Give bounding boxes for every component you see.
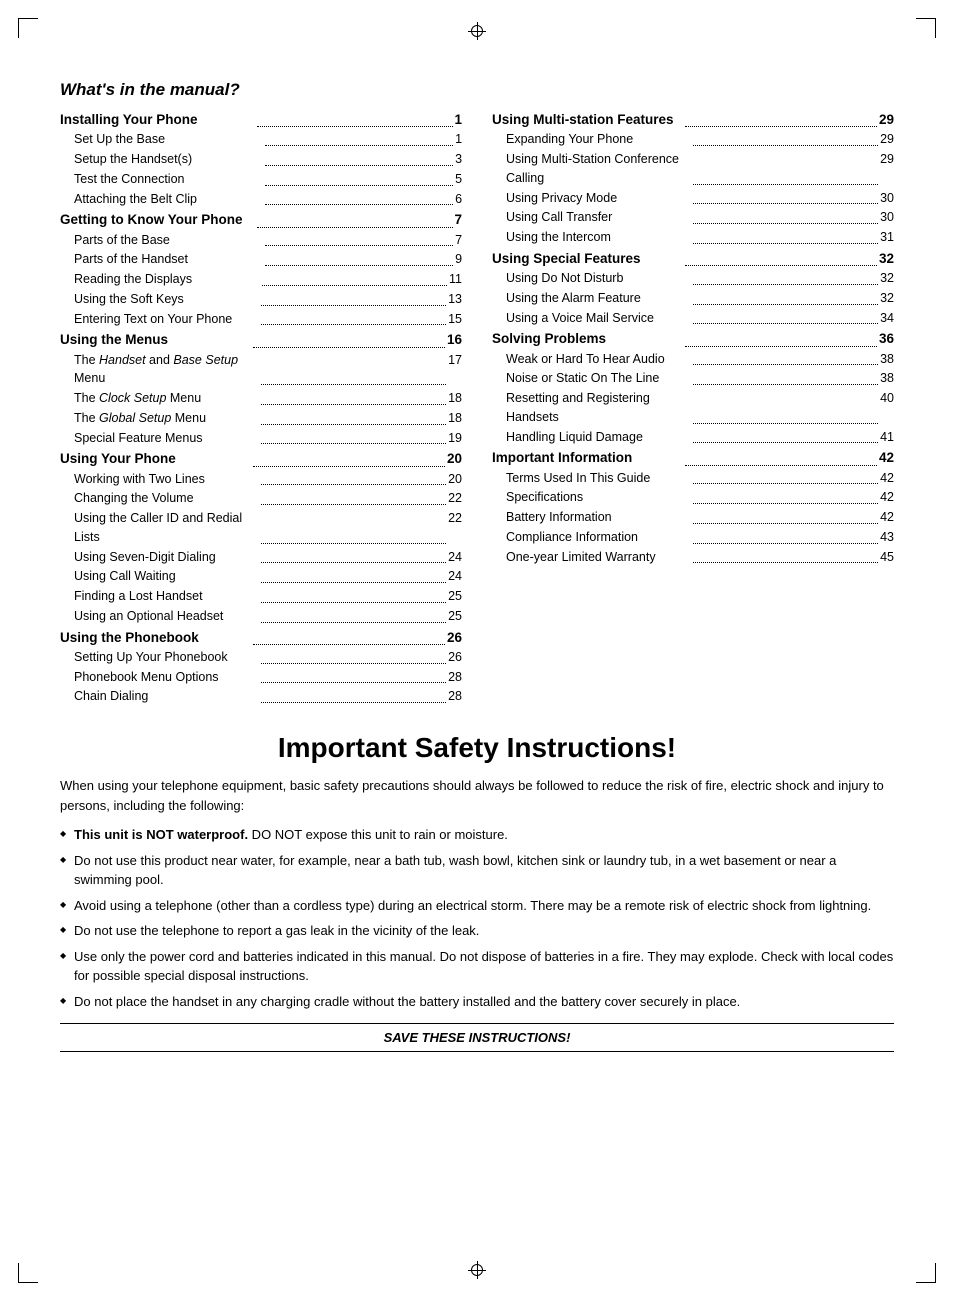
corner-mark-bl xyxy=(18,1263,38,1283)
toc-container: Installing Your Phone 1 Set Up the Base1… xyxy=(60,110,894,708)
list-item: Use only the power cord and batteries in… xyxy=(60,947,894,986)
list-item: Do not use the telephone to report a gas… xyxy=(60,921,894,941)
toc-group-using-phone: Using Your Phone 20 Working with Two Lin… xyxy=(60,449,462,625)
corner-mark-tl xyxy=(18,18,38,38)
safety-section: Important Safety Instructions! When usin… xyxy=(60,732,894,1052)
crosshair-top xyxy=(468,22,486,40)
toc-group-important-info: Important Information 42 Terms Used In T… xyxy=(492,448,894,566)
list-item: Do not place the handset in any charging… xyxy=(60,992,894,1012)
toc-group-installing: Installing Your Phone 1 Set Up the Base1… xyxy=(60,110,462,208)
toc-left-col: Installing Your Phone 1 Set Up the Base1… xyxy=(60,110,462,708)
crosshair-bottom xyxy=(468,1261,486,1279)
safety-intro: When using your telephone equipment, bas… xyxy=(60,776,894,815)
corner-mark-br xyxy=(916,1263,936,1283)
toc-group-solving-problems: Solving Problems 36 Weak or Hard To Hear… xyxy=(492,329,894,446)
safety-list: This unit is NOT waterproof. DO NOT expo… xyxy=(60,825,894,1011)
toc-right-col: Using Multi-station Features 29 Expandin… xyxy=(492,110,894,708)
save-instructions-bar: SAVE THESE INSTRUCTIONS! xyxy=(60,1023,894,1052)
toc-group-special-features: Using Special Features 32 Using Do Not D… xyxy=(492,249,894,328)
toc-group-getting-to-know: Getting to Know Your Phone 7 Parts of th… xyxy=(60,210,462,328)
list-item: Avoid using a telephone (other than a co… xyxy=(60,896,894,916)
toc-group-menus: Using the Menus 16 The Handset and Base … xyxy=(60,330,462,447)
list-item: Do not use this product near water, for … xyxy=(60,851,894,890)
page: What's in the manual? Installing Your Ph… xyxy=(0,0,954,1301)
section-title: What's in the manual? xyxy=(60,80,894,100)
list-item: This unit is NOT waterproof. DO NOT expo… xyxy=(60,825,894,845)
toc-main-installing: Installing Your Phone 1 xyxy=(60,110,462,130)
corner-mark-tr xyxy=(916,18,936,38)
toc-group-multistation: Using Multi-station Features 29 Expandin… xyxy=(492,110,894,247)
toc-group-phonebook: Using the Phonebook 26 Setting Up Your P… xyxy=(60,628,462,707)
safety-title: Important Safety Instructions! xyxy=(60,732,894,764)
